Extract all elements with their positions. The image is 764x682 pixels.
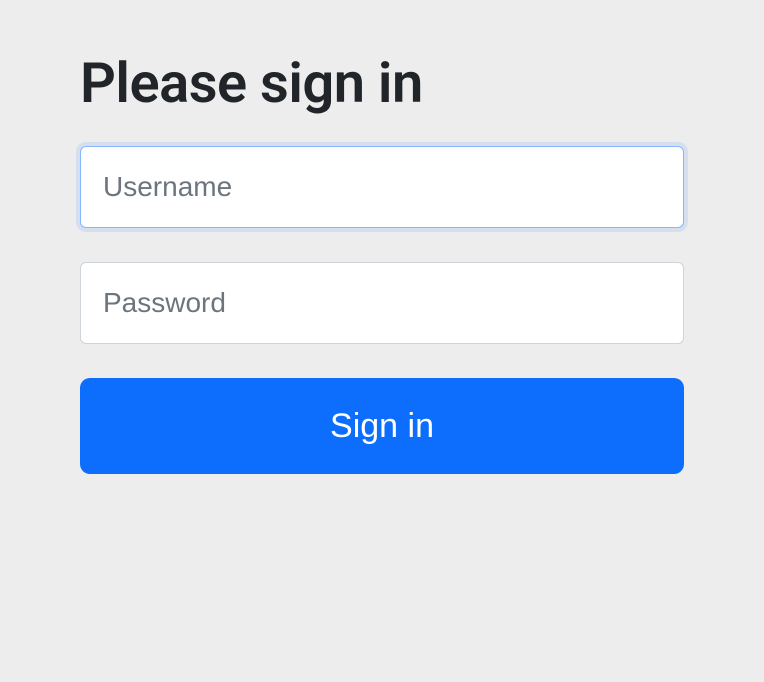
password-input[interactable]: [80, 262, 684, 344]
signin-button[interactable]: Sign in: [80, 378, 684, 474]
page-title: Please sign in: [80, 50, 684, 116]
signin-form: Please sign in Sign in: [80, 50, 684, 474]
username-input[interactable]: [80, 146, 684, 228]
